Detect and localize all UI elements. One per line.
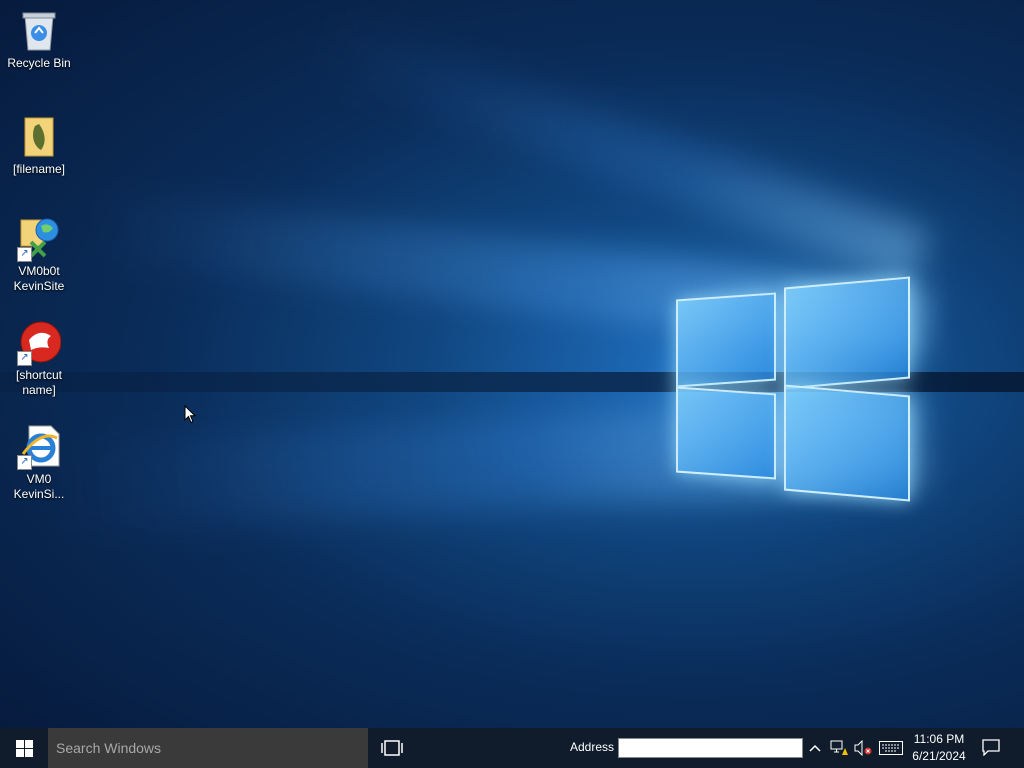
- shortcut-arrow-icon: ↗: [17, 247, 32, 262]
- network-warning-icon: [830, 740, 848, 755]
- clock-date: 6/21/2024: [912, 749, 966, 763]
- wallpaper-pane: [676, 386, 776, 480]
- desktop-icon-label: Recycle Bin: [7, 56, 71, 70]
- desktop-icon-recycle-bin[interactable]: Recycle Bin: [0, 8, 78, 71]
- search-input[interactable]: [48, 728, 368, 768]
- action-center-icon: [982, 739, 1000, 757]
- volume-muted-icon: [854, 740, 872, 756]
- dragon-app-icon: ↗: [17, 320, 62, 366]
- desktop-icon-label: [shortcut name]: [15, 368, 63, 397]
- recycle-bin-icon: [17, 8, 61, 52]
- volume-button[interactable]: [852, 738, 874, 758]
- show-hidden-icons-button[interactable]: [806, 738, 824, 758]
- search-box[interactable]: [48, 728, 368, 768]
- touch-keyboard-icon: [879, 741, 903, 755]
- shortcut-arrow-icon: ↗: [17, 455, 32, 470]
- wallpaper-pane: [676, 292, 776, 388]
- globe-shortcut-icon: ↗: [17, 216, 61, 262]
- clock-time: 11:06 PM: [913, 732, 965, 746]
- internet-explorer-icon: ↗: [17, 424, 61, 470]
- task-view-icon: [381, 740, 403, 756]
- address-input[interactable]: [618, 738, 803, 758]
- desktop-icon-label: [filename]: [12, 162, 66, 176]
- desktop-icon-folder[interactable]: [filename]: [0, 114, 78, 177]
- action-center-button[interactable]: [982, 738, 1000, 761]
- desktop-icon-label: VM0 KevinSi...: [13, 472, 65, 501]
- desktop-icon-website-shortcut[interactable]: ↗ VM0b0t KevinSite: [0, 216, 78, 294]
- taskbar: Address 11:06 PM 6/21/2024: [0, 728, 1024, 768]
- task-view-button[interactable]: [380, 738, 404, 758]
- network-button[interactable]: [828, 738, 850, 758]
- taskbar-clock[interactable]: 11:06 PM 6/21/2024: [904, 731, 974, 765]
- chevron-up-icon: [809, 744, 821, 752]
- desktop-icon-app-shortcut[interactable]: ↗ [shortcut name]: [0, 320, 78, 398]
- wallpaper-pane: [784, 276, 910, 390]
- shortcut-arrow-icon: ↗: [17, 351, 32, 366]
- wallpaper-pane: [784, 384, 910, 502]
- windows-logo-icon: [15, 739, 33, 757]
- address-toolbar-label: Address: [570, 740, 615, 754]
- touch-keyboard-button[interactable]: [878, 738, 904, 758]
- folder-icon: [17, 114, 61, 158]
- start-button[interactable]: [0, 728, 48, 768]
- mouse-cursor-icon: [184, 404, 197, 429]
- desktop-icon-ie-shortcut[interactable]: ↗ VM0 KevinSi...: [0, 424, 78, 502]
- desktop-icon-label: VM0b0t KevinSite: [13, 264, 65, 293]
